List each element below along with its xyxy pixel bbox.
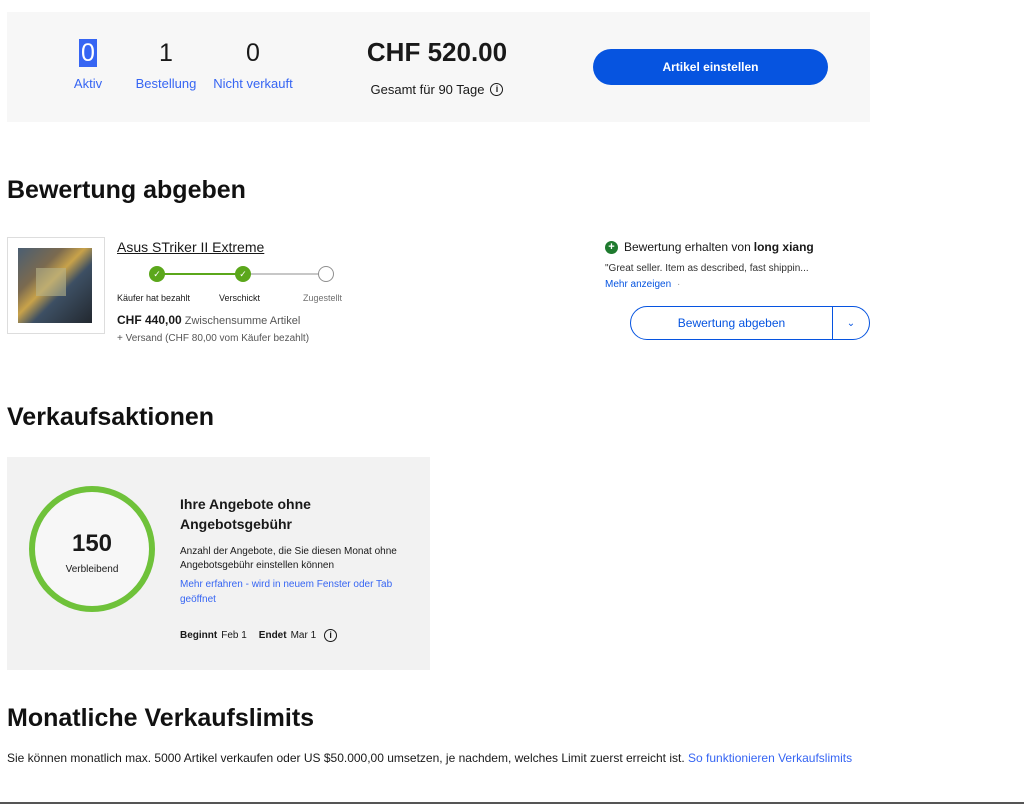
- active-label[interactable]: Aktiv: [68, 76, 108, 91]
- promotion-title: Ihre Angebote ohne Angebotsgebühr: [180, 496, 311, 532]
- remaining-ring: 150 Verbleibend: [29, 486, 155, 612]
- progress-track-done: [157, 273, 243, 275]
- chevron-down-icon[interactable]: ⌄: [833, 307, 869, 339]
- item-title-link[interactable]: Asus STriker II Extreme: [117, 239, 264, 255]
- item-price: CHF 440,00 Zwischensumme Artikel: [117, 313, 300, 327]
- feedback-quote: "Great seller. Item as described, fast s…: [605, 263, 809, 274]
- limits-heading: Monatliche Verkaufslimits: [7, 704, 315, 732]
- promotion-description: Anzahl der Angebote, die Sie diesen Mona…: [180, 546, 397, 571]
- show-more-link[interactable]: Mehr anzeigen: [605, 279, 671, 290]
- promotion-dates: Beginnt Feb 1 Endet Mar 1 i: [180, 629, 338, 642]
- limits-description: Sie können monatlich max. 5000 Artikel v…: [7, 750, 867, 766]
- orders-count: 1: [159, 39, 173, 67]
- starts-label: Beginnt: [180, 630, 218, 641]
- check-icon: ✓: [235, 266, 251, 282]
- item-image: [18, 248, 92, 323]
- received-prefix: Bewertung erhalten von: [624, 240, 751, 254]
- stat-orders[interactable]: 1 Bestellung: [133, 38, 199, 91]
- shipping-cost: + Versand (CHF 80,00 vom Käufer bezahlt): [117, 333, 310, 344]
- unsold-label[interactable]: Nicht verkauft: [210, 76, 296, 91]
- remaining-label: Verbleibend: [65, 564, 119, 575]
- promotion-card: 150 Verbleibend Ihre Angebote ohne Angeb…: [7, 457, 430, 670]
- plus-circle-icon: +: [605, 240, 618, 254]
- price-note: Zwischensumme Artikel: [184, 315, 301, 327]
- step-label-paid: Käufer hat bezahlt: [117, 293, 191, 303]
- total-amount: CHF 520.00: [366, 37, 508, 67]
- total-sales: CHF 520.00 Gesamt für 90 Tage i: [337, 36, 537, 97]
- shipping-progress: ✓ ✓: [117, 264, 357, 284]
- feedback-received: + Bewertung erhalten von long xiang: [605, 240, 814, 254]
- limits-text: Sie können monatlich max. 5000 Artikel v…: [7, 751, 685, 765]
- info-icon[interactable]: i: [490, 83, 504, 96]
- list-item-button[interactable]: Artikel einstellen: [593, 49, 828, 85]
- leave-feedback-button[interactable]: Bewertung abgeben: [631, 307, 833, 339]
- show-more: Mehr anzeigen ·: [605, 279, 680, 290]
- learn-more-link[interactable]: Mehr erfahren - wird in neuem Fenster od…: [180, 577, 410, 607]
- info-icon[interactable]: i: [324, 629, 338, 642]
- ends-value: Mar 1: [290, 630, 317, 641]
- pending-step-dot: [318, 266, 334, 282]
- check-icon: ✓: [149, 266, 165, 282]
- orders-label[interactable]: Bestellung: [133, 76, 199, 91]
- step-label-shipped: Verschickt: [219, 293, 261, 303]
- received-from: long xiang: [753, 240, 814, 254]
- stat-unsold[interactable]: 0 Nicht verkauft: [210, 38, 296, 91]
- price-value: CHF 440,00: [117, 313, 182, 327]
- limits-link[interactable]: So funktionieren Verkaufslimits: [688, 751, 852, 765]
- separator-dot: ·: [676, 279, 681, 290]
- leave-feedback-split-button: Bewertung abgeben ⌄: [630, 306, 870, 340]
- feedback-heading: Bewertung abgeben: [7, 176, 246, 204]
- total-label: Gesamt für 90 Tage: [370, 82, 485, 97]
- remaining-count: 150: [71, 530, 113, 557]
- unsold-count: 0: [246, 39, 260, 67]
- active-count: 0: [79, 39, 97, 67]
- progress-step-labels: Käufer hat bezahlt Verschickt Zugestellt: [117, 293, 357, 305]
- step-label-delivered: Zugestellt: [303, 293, 343, 303]
- promotions-heading: Verkaufsaktionen: [7, 403, 215, 431]
- stat-active[interactable]: 0 Aktiv: [68, 38, 108, 91]
- ends-label: Endet: [258, 630, 287, 641]
- progress-track-pending: [243, 273, 327, 275]
- summary-panel: 0 Aktiv 1 Bestellung 0 Nicht verkauft CH…: [7, 12, 870, 122]
- starts-value: Feb 1: [221, 630, 247, 641]
- item-thumbnail[interactable]: [7, 237, 105, 334]
